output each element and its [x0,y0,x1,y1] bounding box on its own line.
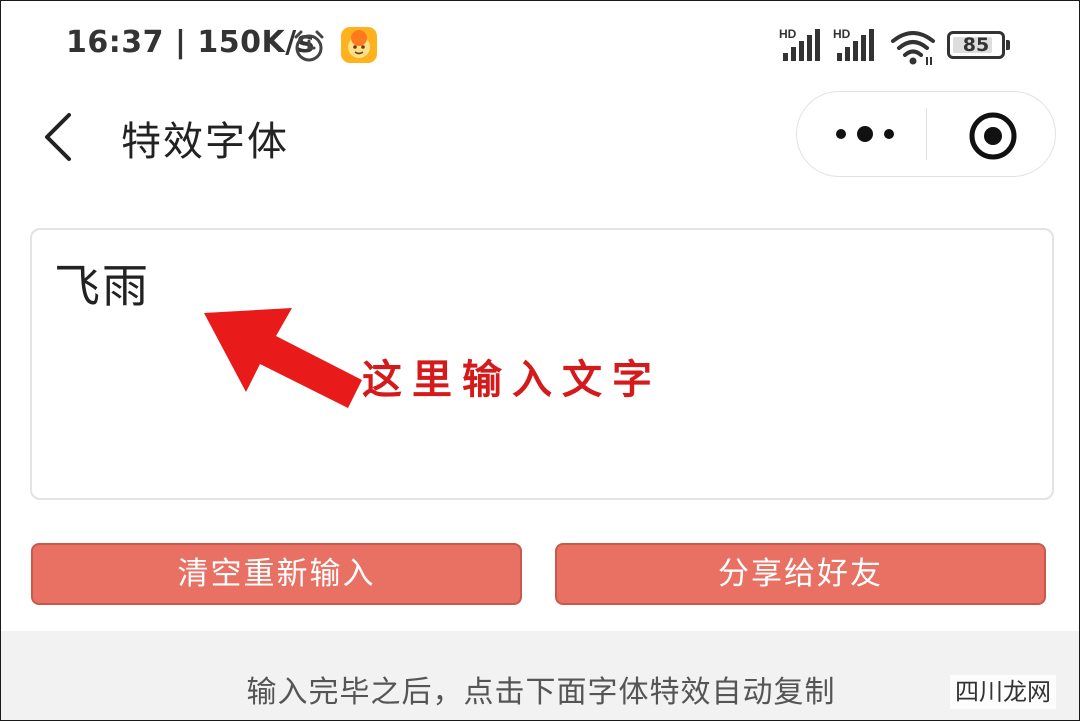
status-bar: 16:37 | 150K/s HD HD 85 [1,1,1079,91]
battery-level: 85 [962,34,990,56]
wifi-icon [891,31,935,65]
hint-section: 输入完毕之后，点击下面字体特效自动复制 [1,631,1079,720]
signal-2-label: HD [833,27,851,41]
mini-program-capsule [796,91,1056,177]
app-screen: 16:37 | 150K/s HD HD 85 特效字体 飞雨 这里输入文字 清… [0,0,1080,721]
more-dots-icon[interactable] [825,110,905,158]
share-to-friend-button[interactable]: 分享给好友 [555,543,1046,605]
clear-reinput-button[interactable]: 清空重新输入 [31,543,522,605]
status-time: 16:37 | 150K/s [66,25,316,60]
page-title: 特效字体 [121,119,289,165]
battery-icon: 85 [947,31,1011,59]
watermark-logo: 四川龙网 [950,675,1056,709]
red-arrow-icon [204,308,362,408]
capsule-divider [926,108,927,160]
signal-icon: HD [779,27,820,61]
back-chevron-icon[interactable] [39,111,79,163]
close-target-icon[interactable] [967,110,1019,162]
signal-icon: HD [833,27,874,61]
signal-1-label: HD [779,27,797,41]
battery-tip [1006,40,1010,50]
annotation-text: 这里输入文字 [362,357,662,403]
navigation-header: 特效字体 [1,91,1079,187]
alarm-icon [294,30,324,62]
text-input-value[interactable]: 飞雨 [54,250,150,316]
hint-text: 输入完毕之后，点击下面字体特效自动复制 [246,675,836,710]
text-input-area[interactable]: 飞雨 这里输入文字 [30,228,1054,500]
app-notification-icon [341,27,377,63]
